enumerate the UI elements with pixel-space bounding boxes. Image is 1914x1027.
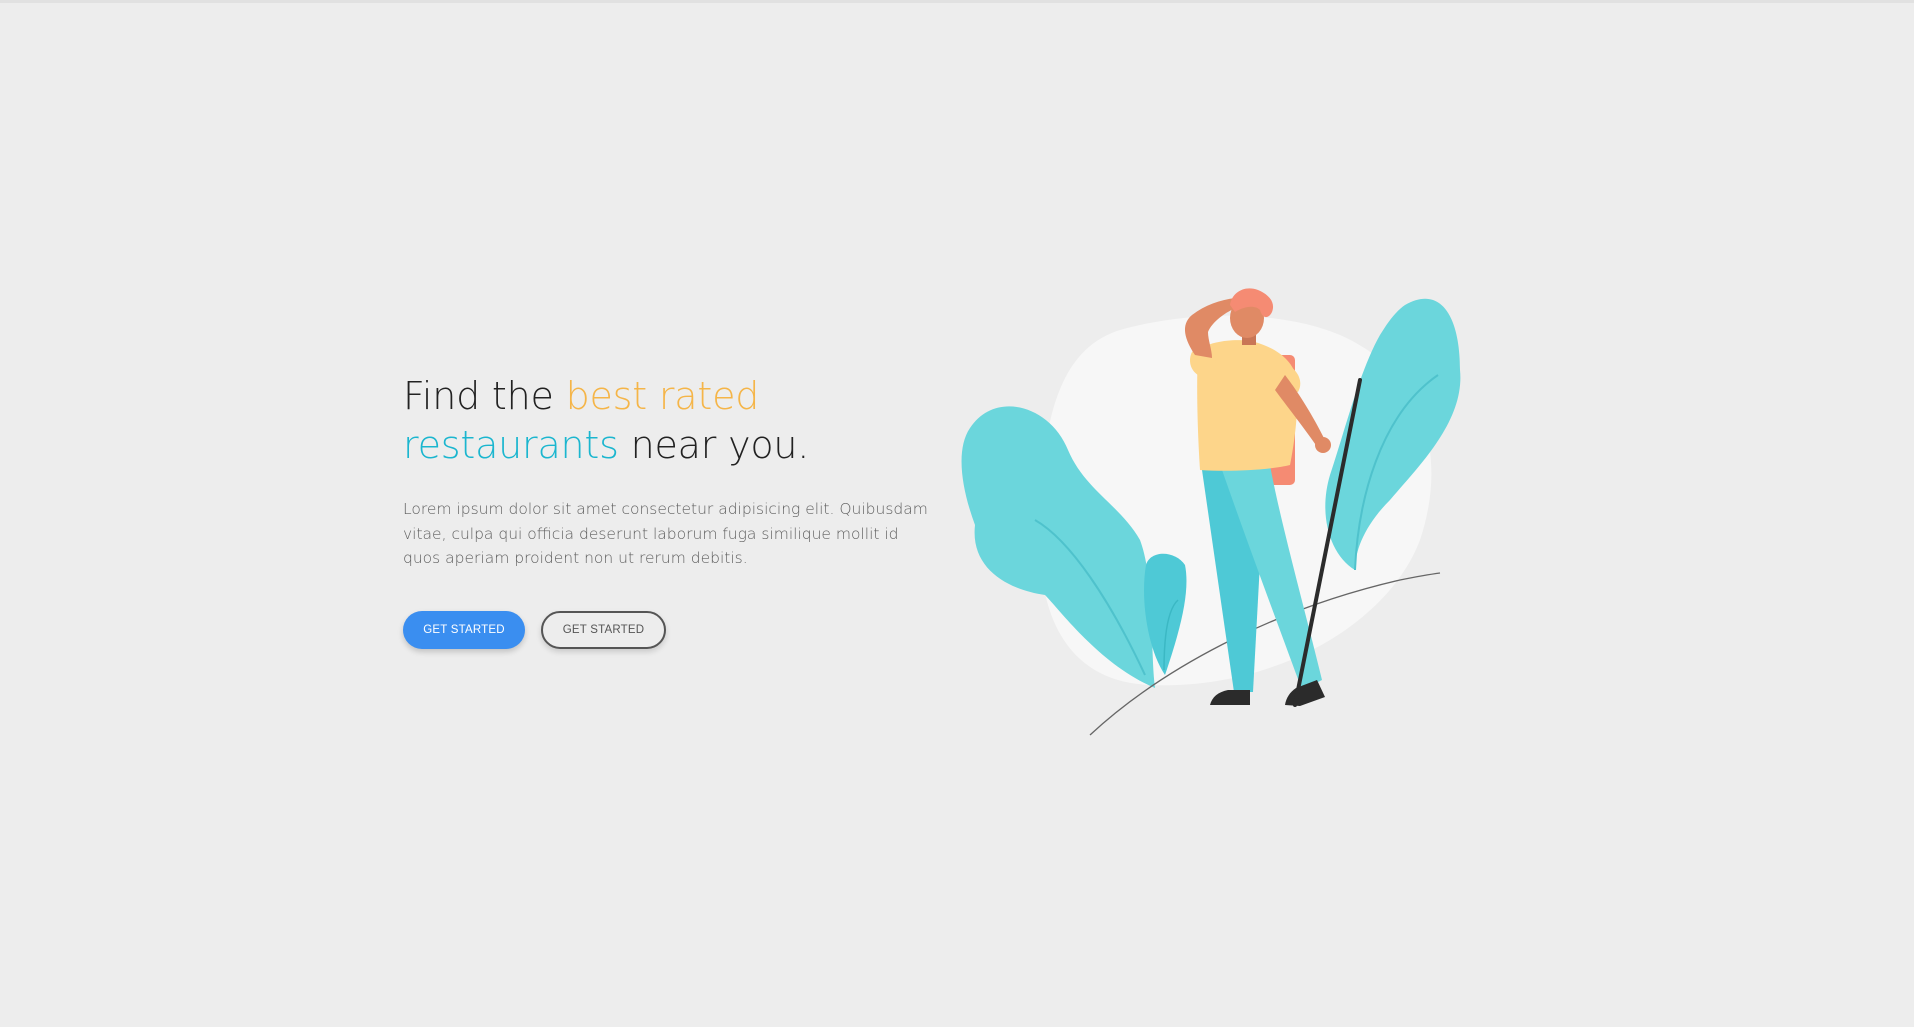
headline-part-1: Find the — [403, 374, 566, 418]
left-shoe — [1210, 690, 1250, 705]
pole-hand — [1315, 437, 1331, 453]
headline-part-2: near you. — [618, 423, 810, 467]
get-started-secondary-button[interactable]: GET STARTED — [541, 610, 666, 649]
hiker-illustration — [961, 288, 1461, 736]
hero-text-block: Find the best rated restaurants near you.… — [403, 372, 943, 649]
headline-highlight-best-rated: best rated — [565, 374, 760, 418]
hero-section: Find the best rated restaurants near you.… — [0, 0, 1914, 1027]
hero-actions: GET STARTED GET STARTED — [403, 610, 943, 649]
hero-headline: Find the best rated restaurants near you. — [403, 372, 943, 470]
get-started-primary-button[interactable]: GET STARTED — [403, 610, 525, 649]
hero-description: Lorem ipsum dolor sit amet consectetur a… — [403, 500, 928, 567]
headline-highlight-restaurants: restaurants — [403, 423, 619, 467]
